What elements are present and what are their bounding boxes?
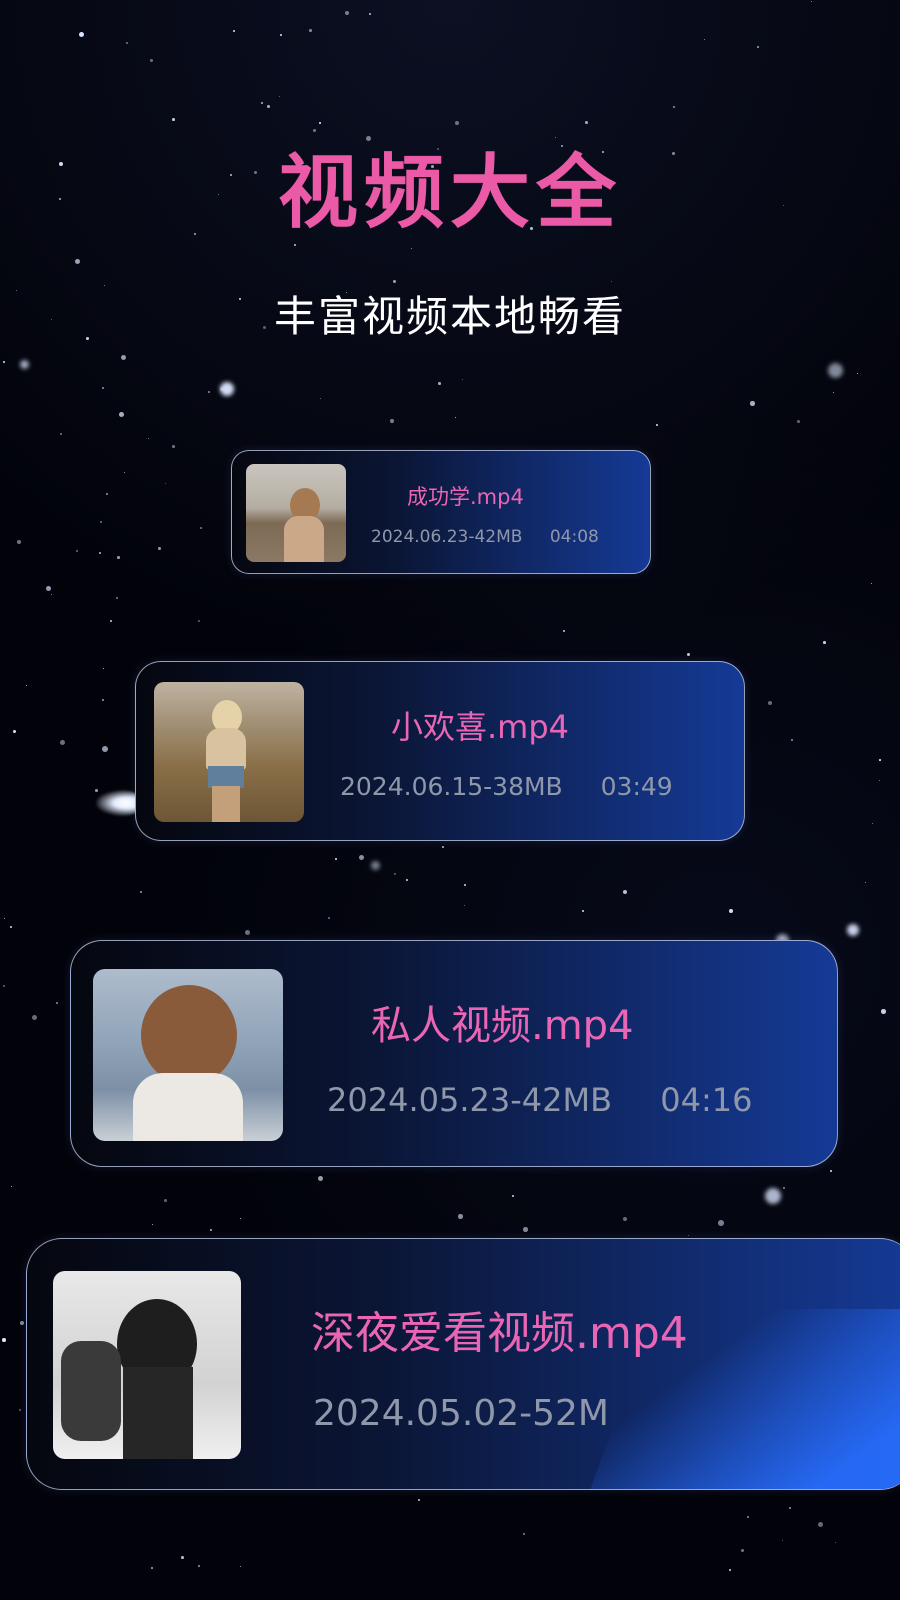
star-dot — [881, 1009, 886, 1014]
star-dot — [523, 1227, 528, 1232]
star-dot — [585, 121, 588, 124]
star-dot — [119, 412, 124, 417]
woman-bw-portrait-thumbnail — [53, 1271, 241, 1459]
star-dot — [75, 259, 80, 264]
star-dot — [102, 746, 108, 752]
star-dot — [438, 382, 441, 385]
video-date-size: 2024.05.23-42MB — [327, 1081, 613, 1119]
star-dot — [623, 890, 627, 894]
star-dot — [442, 846, 444, 848]
video-card[interactable]: 小欢喜.mp4 2024.06.15-38MB 03:49 — [135, 661, 745, 841]
page-subtitle: 丰富视频本地畅看 — [273, 292, 626, 341]
star-dot — [121, 355, 126, 360]
video-file-name: 成功学.mp4 — [407, 485, 524, 509]
star-dot — [797, 420, 800, 423]
star-dot — [464, 884, 466, 886]
star-dot — [2, 1338, 6, 1342]
video-card[interactable]: 成功学.mp4 2024.06.23-42MB 04:08 — [231, 450, 651, 574]
star-dot — [3, 985, 5, 987]
star-dot — [198, 620, 200, 622]
video-date-size: 2024.06.15-38MB — [340, 772, 563, 801]
star-dot — [158, 547, 161, 550]
star-dot — [783, 1187, 785, 1189]
video-meta: 2024.06.23-42MB 04:08 — [371, 527, 599, 547]
star-dot — [309, 29, 312, 32]
star-dot — [13, 730, 16, 733]
star-dot — [729, 1569, 731, 1571]
video-file-name: 私人视频.mp4 — [371, 1003, 634, 1049]
video-date-size: 2024.06.23-42MB — [371, 527, 523, 547]
video-duration: 03:49 — [600, 772, 673, 801]
video-file-name: 深夜爱看视频.mp4 — [311, 1308, 688, 1359]
star-dot — [823, 641, 826, 644]
star-dot — [172, 445, 175, 448]
page-title: 视频大全 — [278, 146, 622, 239]
star-dot — [328, 917, 330, 919]
star-dot — [95, 789, 98, 792]
star-dot — [17, 540, 21, 544]
star-dot — [117, 556, 120, 559]
star-dot — [335, 858, 337, 860]
star-dot — [879, 759, 881, 761]
star-dot — [418, 1499, 420, 1501]
star-dot — [151, 1567, 153, 1569]
star-dot — [220, 382, 234, 396]
star-dot — [150, 59, 153, 62]
star-dot — [319, 122, 321, 124]
star-dot — [718, 1220, 724, 1226]
star-dot — [10, 926, 12, 928]
video-card[interactable]: 私人视频.mp4 2024.05.23-42MB 04:16 — [70, 940, 838, 1167]
star-dot — [181, 1556, 184, 1559]
video-duration: 04:16 — [660, 1081, 753, 1119]
star-dot — [673, 106, 675, 108]
video-meta: 2024.05.02-52M — [313, 1393, 609, 1434]
video-date-size: 2024.05.02-52M — [313, 1393, 609, 1434]
star-dot — [102, 699, 104, 701]
star-dot — [164, 1199, 167, 1202]
woman-in-field-thumbnail — [154, 682, 304, 822]
video-meta: 2024.05.23-42MB 04:16 — [327, 1081, 752, 1119]
star-dot — [100, 521, 102, 523]
star-dot — [200, 527, 202, 529]
video-duration: 04:08 — [549, 527, 599, 547]
star-dot — [172, 118, 175, 121]
star-dot — [750, 401, 755, 406]
star-dot — [369, 13, 371, 15]
star-dot — [318, 1176, 324, 1182]
star-dot — [261, 102, 263, 104]
woman-by-sea-thumbnail — [93, 969, 283, 1141]
star-dot — [394, 873, 396, 875]
video-card[interactable]: 深夜爱看视频.mp4 2024.05.02-52M — [26, 1238, 900, 1490]
woman-at-beach-thumbnail — [246, 464, 346, 562]
video-meta: 2024.06.15-38MB 03:49 — [340, 772, 673, 801]
star-dot — [458, 1214, 463, 1219]
star-dot — [233, 30, 235, 32]
video-file-name: 小欢喜.mp4 — [391, 708, 570, 746]
